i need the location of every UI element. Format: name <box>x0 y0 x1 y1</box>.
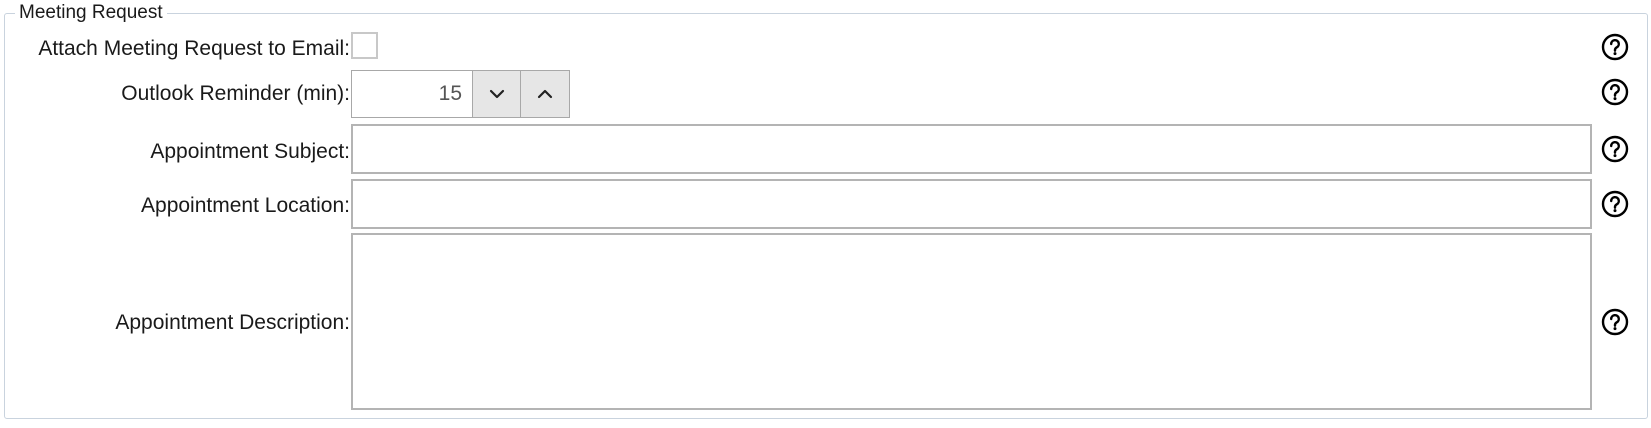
increment-button[interactable] <box>521 70 570 118</box>
reminder-stepper <box>351 70 570 118</box>
help-icon[interactable] <box>1601 78 1629 106</box>
chevron-down-icon <box>489 89 504 99</box>
location-label: Appointment Location: <box>141 194 350 217</box>
help-icon[interactable] <box>1601 190 1629 218</box>
reminder-input[interactable] <box>351 70 472 118</box>
appointment-subject-input[interactable] <box>351 124 1592 174</box>
help-icon[interactable] <box>1601 135 1629 163</box>
description-label: Appointment Description: <box>115 311 350 334</box>
attach-meeting-request-checkbox[interactable] <box>351 32 378 59</box>
subject-label: Appointment Subject: <box>150 140 350 163</box>
help-icon[interactable] <box>1601 308 1629 336</box>
chevron-up-icon <box>537 89 553 99</box>
appointment-location-input[interactable] <box>351 179 1592 229</box>
attach-label: Attach Meeting Request to Email: <box>38 37 350 60</box>
help-icon[interactable] <box>1601 33 1629 61</box>
group-title: Meeting Request <box>15 0 167 26</box>
appointment-description-textarea[interactable] <box>351 233 1592 410</box>
decrement-button[interactable] <box>472 70 521 118</box>
reminder-label: Outlook Reminder (min): <box>121 82 350 105</box>
